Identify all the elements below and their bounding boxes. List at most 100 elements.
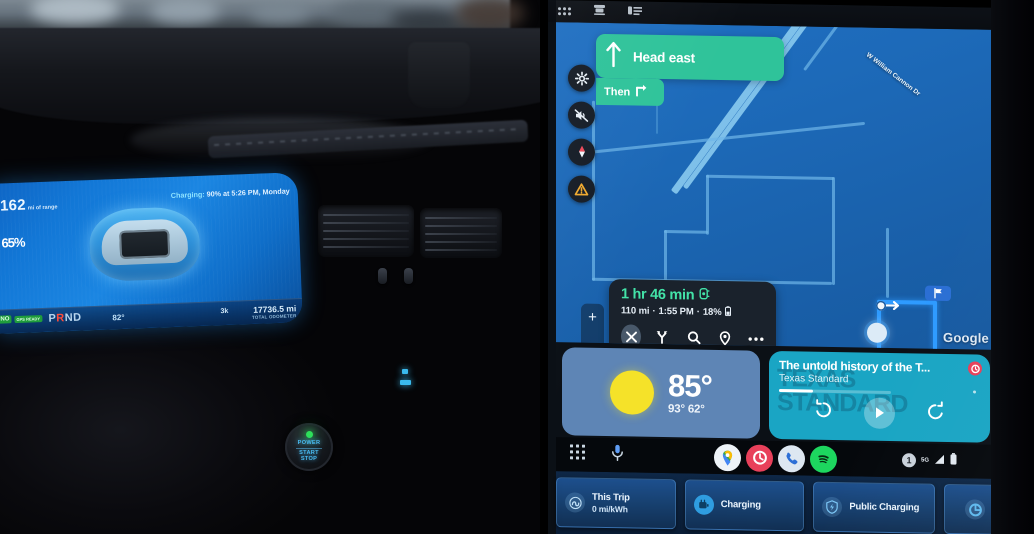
weather-widget[interactable]: 85° 93° 62° [562,347,760,439]
power-button-label-power: POWER [297,439,321,446]
cluster-range: 162 mi of range [0,195,58,215]
media-progress-bar[interactable] [779,389,891,394]
odometer-label: TOTAL ODOMETER [251,313,297,320]
card-partial-next[interactable] [944,483,991,534]
cluster-soc-unit: % [13,234,25,251]
maneuver-text: Head east [633,48,695,66]
turn-right-icon [635,83,648,101]
cluster-badge-bottom: GPS READY [14,314,43,323]
card-public-charging[interactable]: Public Charging [813,481,936,534]
map-road [886,227,889,298]
report-warning-icon[interactable] [568,175,595,203]
weather-low: 62° [687,403,705,416]
trip-action-row [621,324,766,350]
vent-knob-right[interactable] [404,268,413,284]
search-icon[interactable] [683,325,703,349]
spotify-icon[interactable] [810,445,837,473]
card-charging[interactable]: Charging [684,479,805,532]
navigation-then-banner[interactable]: Then [596,77,664,107]
vehicle-status-icons [558,1,642,22]
navigation-maneuver-banner[interactable]: Head east [596,33,784,82]
phone-icon[interactable] [778,444,805,472]
charging-plug-icon [693,494,714,515]
trip-detail-row: 110 mi · 1:55 PM · 18% [621,304,766,320]
map-road [664,230,708,234]
gear-nd: ND [64,311,82,325]
map-road [706,174,834,180]
weather-readout: 85° 93° 62° [668,368,712,416]
cluster-charge-label: Charging: [170,189,205,201]
compass-icon[interactable] [568,138,595,166]
more-options-icon[interactable] [746,326,766,349]
trip-arrival-time: 1:55 PM [658,305,694,318]
drive-mode-knob[interactable] [388,358,422,396]
sun-icon [610,370,655,415]
vent-knob-left[interactable] [378,268,387,284]
instrument-cluster: 162 mi of range 65% Charging: 90% at 5:26… [0,172,303,334]
map-road [706,174,709,235]
card-this-trip-text: This Trip 0 mi/kWh [592,492,630,514]
cluster-status-bar: NO GPS READY PRND 82° 3k 17736.5 mi TOTA… [0,298,303,334]
replay-back-icon[interactable] [813,399,834,425]
taskbar-left-group [570,443,624,466]
settings-gear-icon[interactable] [568,64,595,92]
notification-badge[interactable]: 1 [901,453,916,468]
map-view[interactable]: W William Cannon Dr Google Head east The… [556,22,991,350]
trip-info-card: 1 hr 46 min 110 mi · 1:55 PM · 18% [609,279,776,350]
zoom-in-button[interactable]: + [588,309,597,326]
map-control-rail [568,64,595,203]
media-artist: Texas Standard [779,373,849,386]
exterior-temperature: 82° [112,312,125,323]
media-widget[interactable]: The untold history of the T... Texas Sta… [769,350,990,443]
card-this-trip-subtitle: 0 mi/kWh [592,503,628,514]
mute-speaker-icon[interactable] [568,101,595,129]
close-route-icon[interactable] [621,324,642,349]
map-road [832,176,835,286]
place-pin-icon[interactable] [715,326,735,350]
odometer: 17736.5 mi TOTAL ODOMETER [252,303,297,320]
card-this-trip[interactable]: This Trip 0 mi/kWh [556,477,676,530]
current-location-dot [867,322,887,343]
cluster-mid-indicator: 3k [220,307,229,316]
cluster-charge-status: Charging: 90% at 5:26 PM, Monday [171,186,290,200]
cluster-state-of-charge: 65% [1,219,25,254]
map-zoom-controls[interactable]: + − [581,303,604,350]
knob-indicator-bottom [399,380,411,385]
power-button-label-stop: STOP [300,456,318,463]
air-vent-left[interactable] [318,205,414,257]
app-launcher-icon[interactable] [570,444,585,464]
screenshot-root: 162 mi of range 65% Charging: 90% at 5:26… [0,0,1034,534]
air-vent-right[interactable] [420,208,502,258]
seat-icon[interactable] [593,3,606,21]
knob-indicator-top [402,369,408,374]
list-panel-icon[interactable] [628,3,642,21]
google-maps-icon[interactable] [714,443,741,471]
alternate-routes-icon[interactable] [652,325,672,349]
route-waypoint-marker[interactable] [876,300,902,311]
map-road-label: W William Cannon Dr [864,51,922,98]
taskbar-app-icons [714,443,837,473]
traffic-light-icon [699,288,710,304]
signal-bars-icon [934,452,945,470]
microphone-icon[interactable] [611,444,624,466]
card-charging-title: Charging [720,499,761,512]
replay-forward-icon[interactable] [925,401,946,427]
app-grid-icon[interactable] [558,7,571,16]
power-start-stop-button[interactable]: POWER START STOP [285,423,333,471]
taskbar-status-group: 1 5G [901,451,957,470]
pocket-casts-icon[interactable] [746,443,773,472]
map-road [664,230,667,283]
weather-current-temp: 85° [668,368,712,405]
display-bezel-right [991,0,1034,534]
play-icon[interactable] [864,397,895,429]
center-infotainment-display: W William Cannon Dr Google Head east The… [540,0,1034,534]
cluster-left-indicators: NO GPS READY [0,314,43,324]
destination-flag-marker[interactable] [925,285,951,302]
trip-separator-2: · [696,306,700,318]
cluster-range-unit: mi of range [27,204,58,212]
trip-eta-duration: 1 hr 46 min [621,286,695,304]
trip-separator-1: · [652,305,656,317]
windshield-reflection [455,0,525,30]
vehicle-function-cards: This Trip 0 mi/kWh Charging Public Charg… [556,471,991,534]
gear-selector-indicator: PRND [48,312,82,325]
